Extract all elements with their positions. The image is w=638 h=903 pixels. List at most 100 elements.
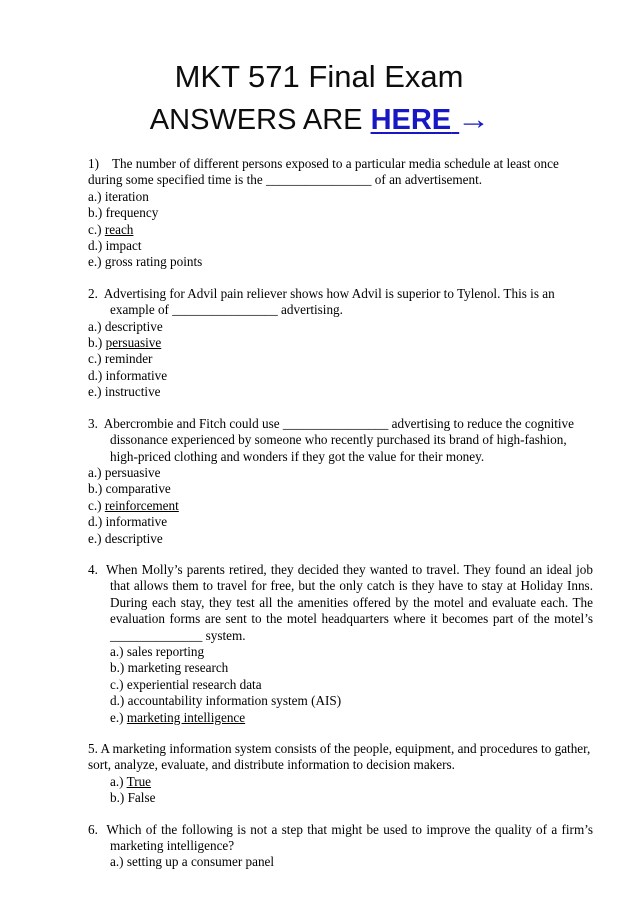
option-text-correct: reach [104,221,134,237]
option-item[interactable]: c.) reminder [88,351,593,367]
option-label: d.) [110,693,125,709]
option-item[interactable]: b.) comparative [88,481,593,497]
option-label: a.) [88,464,102,480]
options-list: a.) persuasive b.) comparative c.) reinf… [88,465,593,547]
option-label: c.) [88,497,102,513]
option-item[interactable]: e.) gross rating points [88,254,593,270]
option-item[interactable]: c.) reach [88,222,593,238]
option-item[interactable]: b.) frequency [88,205,593,221]
option-label: c.) [88,351,102,367]
question-number: 1) [88,156,99,171]
question-item: 6. Which of the following is not a step … [88,822,593,871]
question-number: 3. [88,415,98,431]
option-item[interactable]: d.) accountability information system (A… [110,693,593,709]
question-item: 3. Abercrombie and Fitch could use _____… [88,416,593,547]
question-number: 2. [88,285,98,301]
option-label: c.) [88,221,102,237]
question-text: 5. A marketing information system consis… [88,741,593,774]
option-label: e.) [88,254,102,270]
option-item[interactable]: d.) informative [88,514,593,530]
option-text: descriptive [104,530,163,546]
option-label: b.) [88,205,103,221]
option-text-correct: True [126,773,152,789]
question-text: 3. Abercrombie and Fitch could use _____… [88,416,593,465]
question-text: 4. When Molly’s parents retired, they de… [88,562,593,644]
option-item[interactable]: a.) descriptive [88,319,593,335]
option-text: marketing research [127,660,229,676]
question-body: A marketing information system consists … [88,741,591,773]
option-item[interactable]: c.) experiential research data [110,677,593,693]
option-label: e.) [88,384,102,400]
option-label: a.) [88,188,102,204]
option-text: reminder [104,351,153,367]
option-item[interactable]: d.) informative [88,368,593,384]
option-item[interactable]: b.) False [110,790,593,806]
question-body: Abercrombie and Fitch could use ________… [103,415,575,464]
option-item[interactable]: d.) impact [88,238,593,254]
question-number-gap [99,156,112,171]
question-number: 5. [88,741,98,756]
option-item[interactable]: a.) sales reporting [110,644,593,660]
question-spacer [88,401,593,416]
option-item[interactable]: e.) descriptive [88,531,593,547]
option-label: d.) [88,238,103,254]
option-text-correct: marketing intelligence [126,709,246,725]
option-text: accountability information system (AIS) [127,693,342,709]
option-label: b.) [88,481,103,497]
option-text: sales reporting [126,643,205,659]
question-item: 2. Advertising for Advil pain reliever s… [88,286,593,401]
document-page: MKT 571 Final Exam ANSWERS ARE HERE → 1)… [0,0,638,903]
option-text: setting up a consumer panel [126,854,275,870]
option-text: informative [105,367,168,383]
option-item[interactable]: e.) instructive [88,384,593,400]
answers-subtitle: ANSWERS ARE HERE → [0,100,638,140]
option-text: comparative [105,481,171,497]
option-item[interactable]: a.) setting up a consumer panel [110,854,593,870]
option-text: False [127,790,156,806]
options-list: a.) sales reporting b.) marketing resear… [88,644,593,726]
answers-here-link[interactable]: HERE → [370,104,491,136]
option-label: a.) [110,854,124,870]
option-text: frequency [105,205,159,221]
option-text-correct: reinforcement [104,497,179,513]
question-item: 5. A marketing information system consis… [88,741,593,807]
option-label: a.) [110,773,124,789]
option-text: persuasive [104,464,161,480]
question-spacer [88,271,593,286]
option-label: b.) [110,660,125,676]
document-header: MKT 571 Final Exam ANSWERS ARE HERE → [0,0,638,140]
option-label: b.) [110,790,125,806]
option-label: a.) [110,643,124,659]
question-number-gap [98,562,106,577]
option-label: a.) [88,318,102,334]
option-text-correct: persuasive [105,335,162,351]
questions-container: 1) The number of different persons expos… [0,156,638,871]
options-list: a.) iteration b.) frequency c.) reach d.… [88,189,593,271]
here-link-text: HERE [370,104,452,136]
question-text: 6. Which of the following is not a step … [88,822,593,855]
option-label: d.) [88,514,103,530]
question-text: 1) The number of different persons expos… [88,156,593,189]
question-item: 4. When Molly’s parents retired, they de… [88,562,593,726]
option-item[interactable]: b.) persuasive [88,335,593,351]
question-spacer [88,807,593,822]
options-list: a.) True b.) False [88,774,593,807]
option-text: gross rating points [104,254,203,270]
option-text: experiential research data [126,676,262,692]
options-list: a.) descriptive b.) persuasive c.) remin… [88,319,593,401]
option-text: descriptive [104,318,163,334]
option-item[interactable]: b.) marketing research [110,660,593,676]
option-item[interactable]: c.) reinforcement [88,498,593,514]
option-item[interactable]: a.) iteration [88,189,593,205]
option-label: e.) [110,709,124,725]
question-spacer [88,547,593,562]
option-item[interactable]: e.) marketing intelligence [110,710,593,726]
options-list: a.) setting up a consumer panel [88,854,593,870]
option-text: iteration [104,188,149,204]
option-item[interactable]: a.) persuasive [88,465,593,481]
option-item[interactable]: a.) True [110,774,593,790]
option-text: informative [105,514,168,530]
option-label: d.) [88,367,103,383]
answers-subtitle-text: ANSWERS ARE [149,104,371,136]
question-body: When Molly’s parents retired, they decid… [105,561,593,643]
